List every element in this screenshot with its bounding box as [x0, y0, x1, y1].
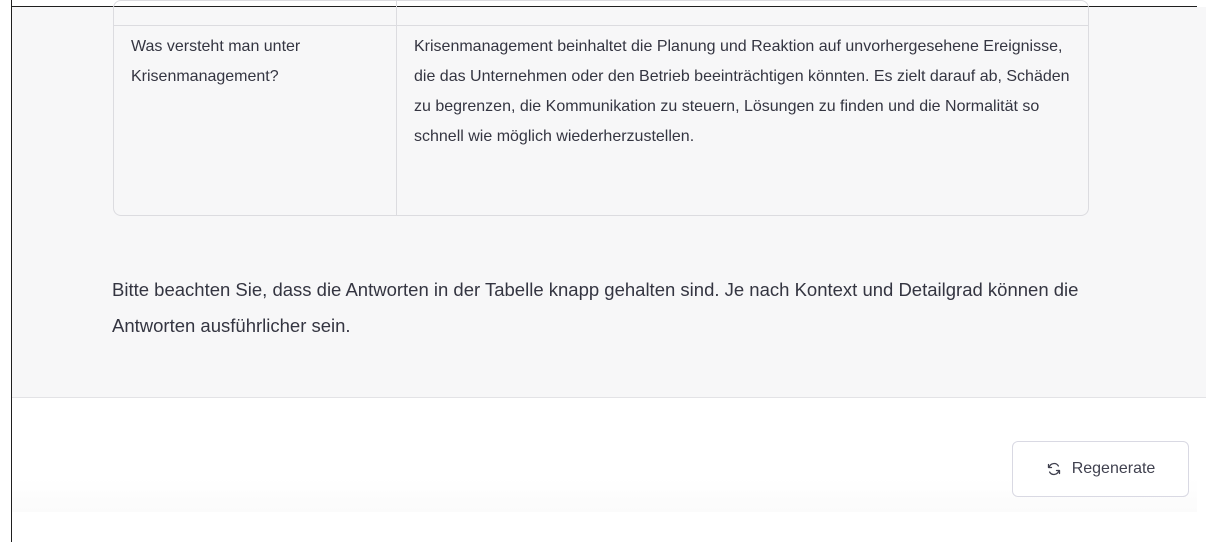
- table-column-divider: [396, 1, 397, 215]
- qa-table: Was versteht man unter Krisenmanagement?…: [113, 0, 1089, 216]
- table-cell-answer: Krisenmanagement beinhaltet die Planung …: [414, 38, 1070, 145]
- refresh-icon: [1046, 461, 1062, 477]
- message-note: Bitte beachten Sie, dass die Antworten i…: [112, 279, 1079, 336]
- table-cell-question: Was versteht man unter Krisenmanagement?: [131, 38, 301, 85]
- assistant-message: Was versteht man unter Krisenmanagement?…: [12, 0, 1206, 398]
- regenerate-label: Regenerate: [1071, 460, 1156, 477]
- regenerate-button[interactable]: Regenerate: [1012, 441, 1189, 497]
- table-row-previous: [114, 1, 1088, 26]
